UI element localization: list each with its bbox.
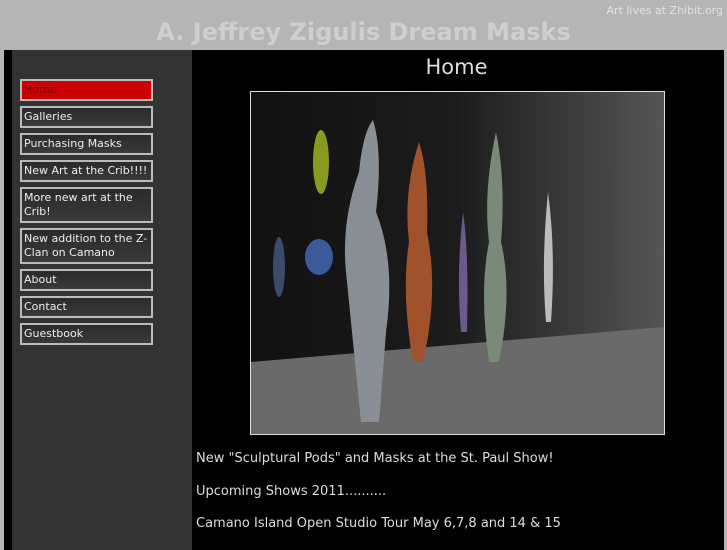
nav-new-addition[interactable]: New addition to the Z-Clan on Camano: [20, 228, 153, 264]
page-title: Home: [425, 55, 488, 79]
announcement-text: Upcoming Shows 2011..........: [196, 484, 387, 499]
page-frame: Home Galleries Purchasing Masks New Art …: [4, 50, 724, 550]
nav-galleries[interactable]: Galleries: [20, 106, 153, 128]
zhibit-link[interactable]: Art lives at Zhibit.org: [607, 4, 723, 17]
announcement-text: Camano Island Open Studio Tour May 6,7,8…: [196, 516, 561, 531]
announcement-text: New "Sculptural Pods" and Masks at the S…: [196, 451, 554, 466]
nav-about[interactable]: About: [20, 269, 153, 291]
content: Home New "Sculptural Pods" and Masks at …: [193, 50, 720, 550]
site-title: A. Jeffrey Zigulis Dream Masks: [156, 18, 571, 46]
sculpture-photo: [250, 91, 665, 435]
nav-more-new-art[interactable]: More new art at the Crib!: [20, 187, 153, 223]
sidebar: Home Galleries Purchasing Masks New Art …: [12, 50, 192, 550]
nav-new-art-crib[interactable]: New Art at the Crib!!!!: [20, 160, 153, 182]
nav-home[interactable]: Home: [20, 79, 153, 101]
nav-contact[interactable]: Contact: [20, 296, 153, 318]
nav-guestbook[interactable]: Guestbook: [20, 323, 153, 345]
nav-purchasing-masks[interactable]: Purchasing Masks: [20, 133, 153, 155]
main-nav: Home Galleries Purchasing Masks New Art …: [20, 79, 153, 350]
